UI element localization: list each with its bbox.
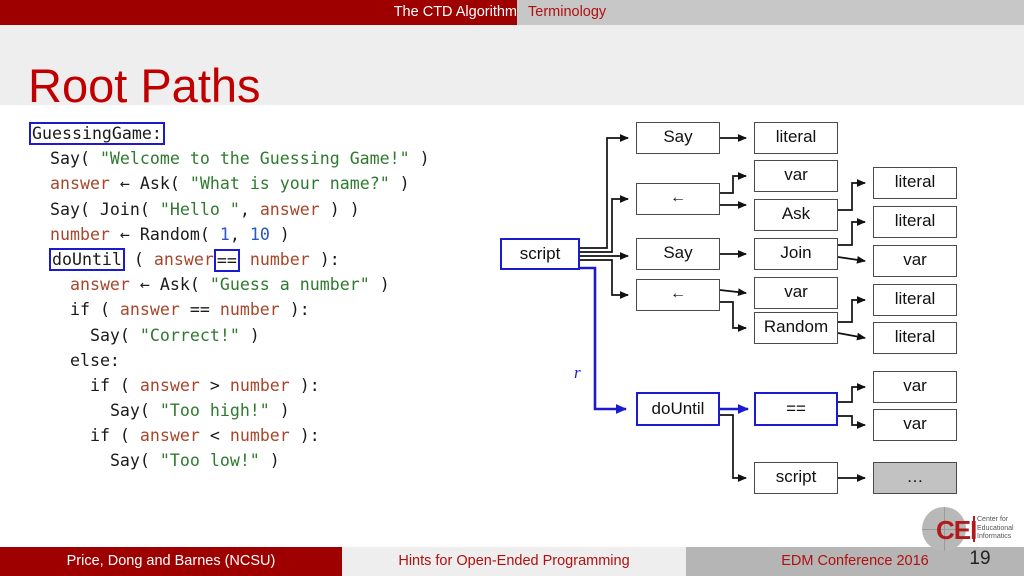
tree-node-literal-1[interactable]: literal <box>754 122 838 154</box>
tree-node-label: … <box>906 467 924 486</box>
tree-node-literal-5[interactable]: literal <box>873 322 957 354</box>
tree-node-literal-4[interactable]: literal <box>873 284 957 316</box>
nav-item-the-ctd-algorithm[interactable]: The CTD Algorithm <box>394 0 517 25</box>
page-number: 19 <box>969 548 991 569</box>
tree-node-var-4[interactable]: var <box>873 371 957 403</box>
tree-node-literal-2[interactable]: literal <box>873 167 957 199</box>
nav-item-terminology[interactable]: Terminology <box>528 0 606 25</box>
tree-node-join-1[interactable]: Join <box>754 238 838 270</box>
cei-wordmark-line-3: Informatics <box>977 533 1012 541</box>
tree-node-label: script <box>519 244 561 263</box>
tree-node-say-2[interactable]: Say <box>636 238 720 270</box>
cei-logo-letters: CEI <box>936 515 977 545</box>
cei-logo: CEI Center for Educational Informatics <box>922 507 1020 551</box>
tree-node-label: ← <box>670 285 686 302</box>
tree-node-random-1[interactable]: Random <box>754 312 838 344</box>
edge-label-r: r <box>574 363 581 382</box>
title-bar: Root Paths <box>0 25 1024 112</box>
tree-node-label: Say <box>663 127 693 146</box>
cei-logo-divider <box>973 516 975 542</box>
footer-talk-title: Hints for Open-Ended Programming <box>342 547 686 576</box>
tree-node-var-3[interactable]: var <box>754 277 838 309</box>
tree-node-label: Random <box>763 317 829 336</box>
tree-node-label: == <box>786 399 806 418</box>
top-navigation-bar: The CTD Algorithm Terminology <box>0 0 1024 25</box>
footer-bar: Price, Dong and Barnes (NCSU) Hints for … <box>0 547 1024 576</box>
tree-node-label: Join <box>780 243 812 262</box>
tree-node-say-1[interactable]: Say <box>636 122 720 154</box>
slide-content-area: GuessingGame: Say( "Welcome to the Guess… <box>0 105 1024 547</box>
tree-node-label: literal <box>894 327 936 346</box>
tree-node-label: literal <box>894 211 936 230</box>
tree-node-assign-2[interactable]: ← <box>636 279 720 311</box>
tree-node-var-2[interactable]: var <box>873 245 957 277</box>
tree-node-label: Ask <box>781 204 811 223</box>
tree-edges <box>580 134 866 482</box>
tree-node-label: var <box>903 376 927 395</box>
tree-node-var-1[interactable]: var <box>754 160 838 192</box>
tree-node-label: var <box>784 165 808 184</box>
tree-node-script-2[interactable]: script <box>754 462 838 494</box>
cei-wordmark-line-2: Educational <box>977 524 1014 532</box>
tree-node-label: var <box>784 282 808 301</box>
tree-node-literal-3[interactable]: literal <box>873 206 957 238</box>
tree-node-var-5[interactable]: var <box>873 409 957 441</box>
tree-node-label: literal <box>894 289 936 308</box>
tree-node-label: doUntil <box>651 399 705 418</box>
tree-node-script-root[interactable]: script <box>500 238 580 270</box>
tree-node-label: literal <box>894 172 936 191</box>
tree-node-ellipsis-1[interactable]: … <box>873 462 957 494</box>
tree-node-eq-1[interactable]: == <box>754 392 838 426</box>
tree-node-label: var <box>903 414 927 433</box>
tree-node-assign-1[interactable]: ← <box>636 183 720 215</box>
tree-node-label: Say <box>663 243 693 262</box>
tree-node-label: var <box>903 250 927 269</box>
tree-node-label: literal <box>775 127 817 146</box>
tree-node-ask-1[interactable]: Ask <box>754 199 838 231</box>
ast-tree-diagram: r script Say literal ← var Ask literal Say Join l… <box>0 105 1024 547</box>
tree-node-label: script <box>775 467 817 486</box>
cei-logo-wordmark: Center for Educational Informatics <box>977 516 1014 542</box>
cei-wordmark-line-1: Center for <box>977 516 1009 523</box>
tree-node-label: ← <box>670 189 686 206</box>
tree-node-dountil-1[interactable]: doUntil <box>636 392 720 426</box>
footer-authors: Price, Dong and Barnes (NCSU) <box>0 547 342 576</box>
